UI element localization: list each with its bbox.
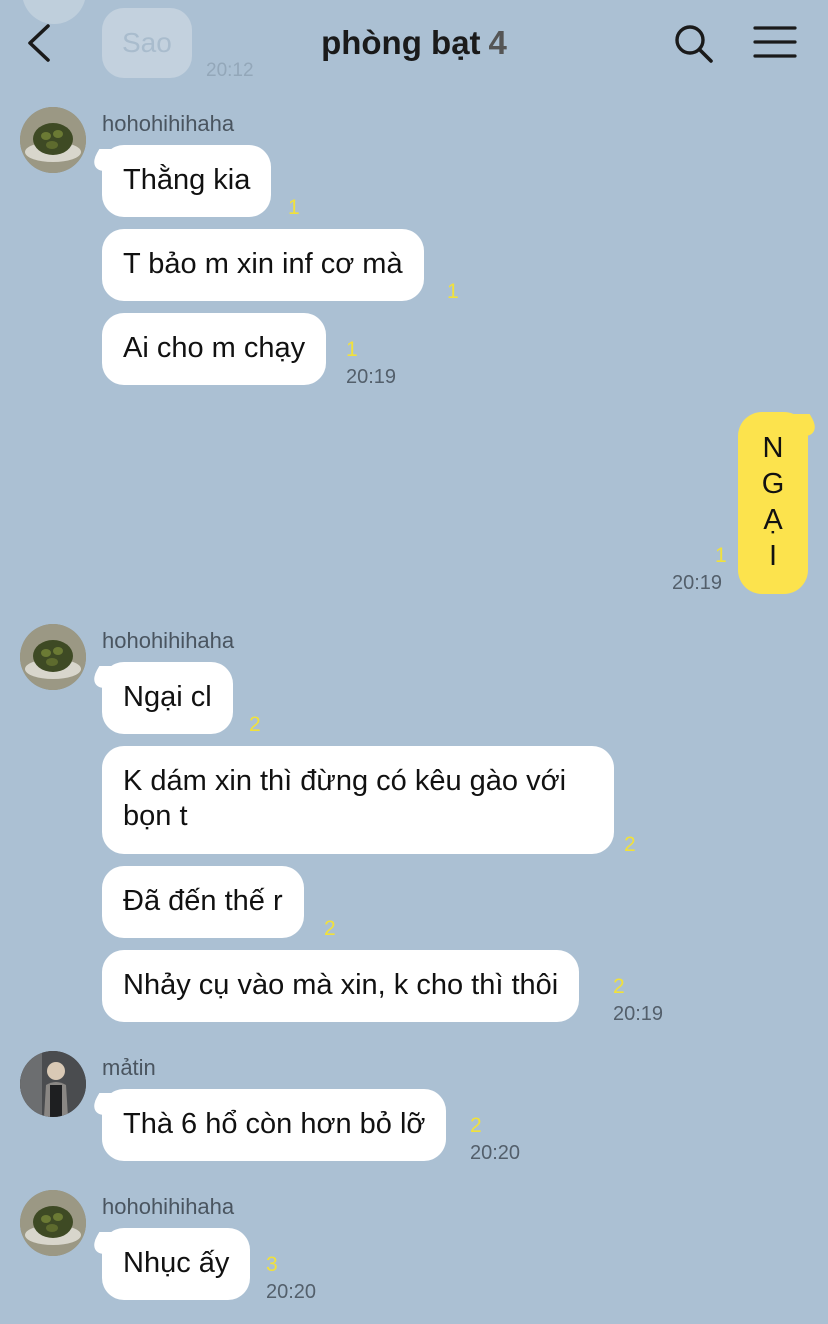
unread-count: 1 (346, 338, 358, 361)
menu-button[interactable] (752, 22, 798, 62)
hamburger-menu-icon (753, 26, 797, 58)
message-time: 20:20 (266, 1281, 317, 1303)
unread-count: 2 (624, 833, 636, 856)
message-bubble[interactable]: Sao (102, 8, 192, 78)
search-icon (675, 25, 713, 63)
unread-count: 1 (288, 196, 300, 219)
avatar[interactable] (20, 1051, 86, 1117)
member-count: 4 (488, 24, 507, 61)
message-time: 20:19 (613, 1003, 664, 1025)
message-time: 20:12 (206, 60, 254, 81)
message-letter: Ạ (763, 504, 783, 536)
sender-name: mảtin (102, 1055, 156, 1080)
message-bubble[interactable]: Ai cho m chạy (102, 313, 327, 385)
message-bubble[interactable]: Thằng kia (102, 145, 272, 217)
message-bubble[interactable]: T bảo m xin inf cơ mà (102, 229, 424, 301)
unread-count: 2 (613, 975, 625, 998)
message-time: 20:20 (470, 1142, 521, 1164)
unread-count: 1 (715, 544, 727, 567)
avatar[interactable] (20, 1190, 86, 1256)
message-bubble[interactable]: Nhục ấy (102, 1228, 251, 1300)
unread-count: 2 (324, 917, 336, 940)
message-letter: I (768, 540, 778, 572)
search-button[interactable] (672, 22, 716, 66)
message-bubble[interactable]: Thà 6 hổ còn hơn bỏ lỡ (102, 1089, 447, 1161)
unread-count: 3 (266, 1253, 278, 1276)
avatar[interactable] (20, 624, 86, 690)
turtle-avatar-image (20, 1190, 86, 1256)
message-bubble[interactable]: Ngại cl (102, 662, 233, 734)
message-bubble[interactable]: K dám xin thì đừng có kêu gào với bọn t (102, 746, 614, 854)
sender-name: hohohihihaha (102, 1194, 235, 1219)
my-message-bubble[interactable]: N G Ạ I (738, 412, 808, 594)
unread-count: 2 (470, 1114, 482, 1137)
message-time: 20:19 (346, 366, 397, 388)
sender-name: hohohihihaha (102, 111, 235, 136)
room-name: phòng bạt (321, 24, 481, 61)
message-bubble[interactable]: Nhảy cụ vào mà xin, k cho thì thôi (102, 950, 580, 1022)
message-letter: G (761, 468, 785, 500)
unread-count: 2 (249, 713, 261, 736)
turtle-avatar-image (20, 624, 86, 690)
person-avatar-image (20, 1051, 86, 1117)
sender-name: hohohihihaha (102, 628, 235, 653)
turtle-avatar-image (20, 107, 86, 173)
message-bubble[interactable]: Đã đến thế r (102, 866, 304, 938)
message-time: 20:19 (672, 572, 723, 594)
unread-count: 1 (447, 280, 459, 303)
avatar[interactable] (20, 107, 86, 173)
message-letter: N (762, 432, 784, 464)
